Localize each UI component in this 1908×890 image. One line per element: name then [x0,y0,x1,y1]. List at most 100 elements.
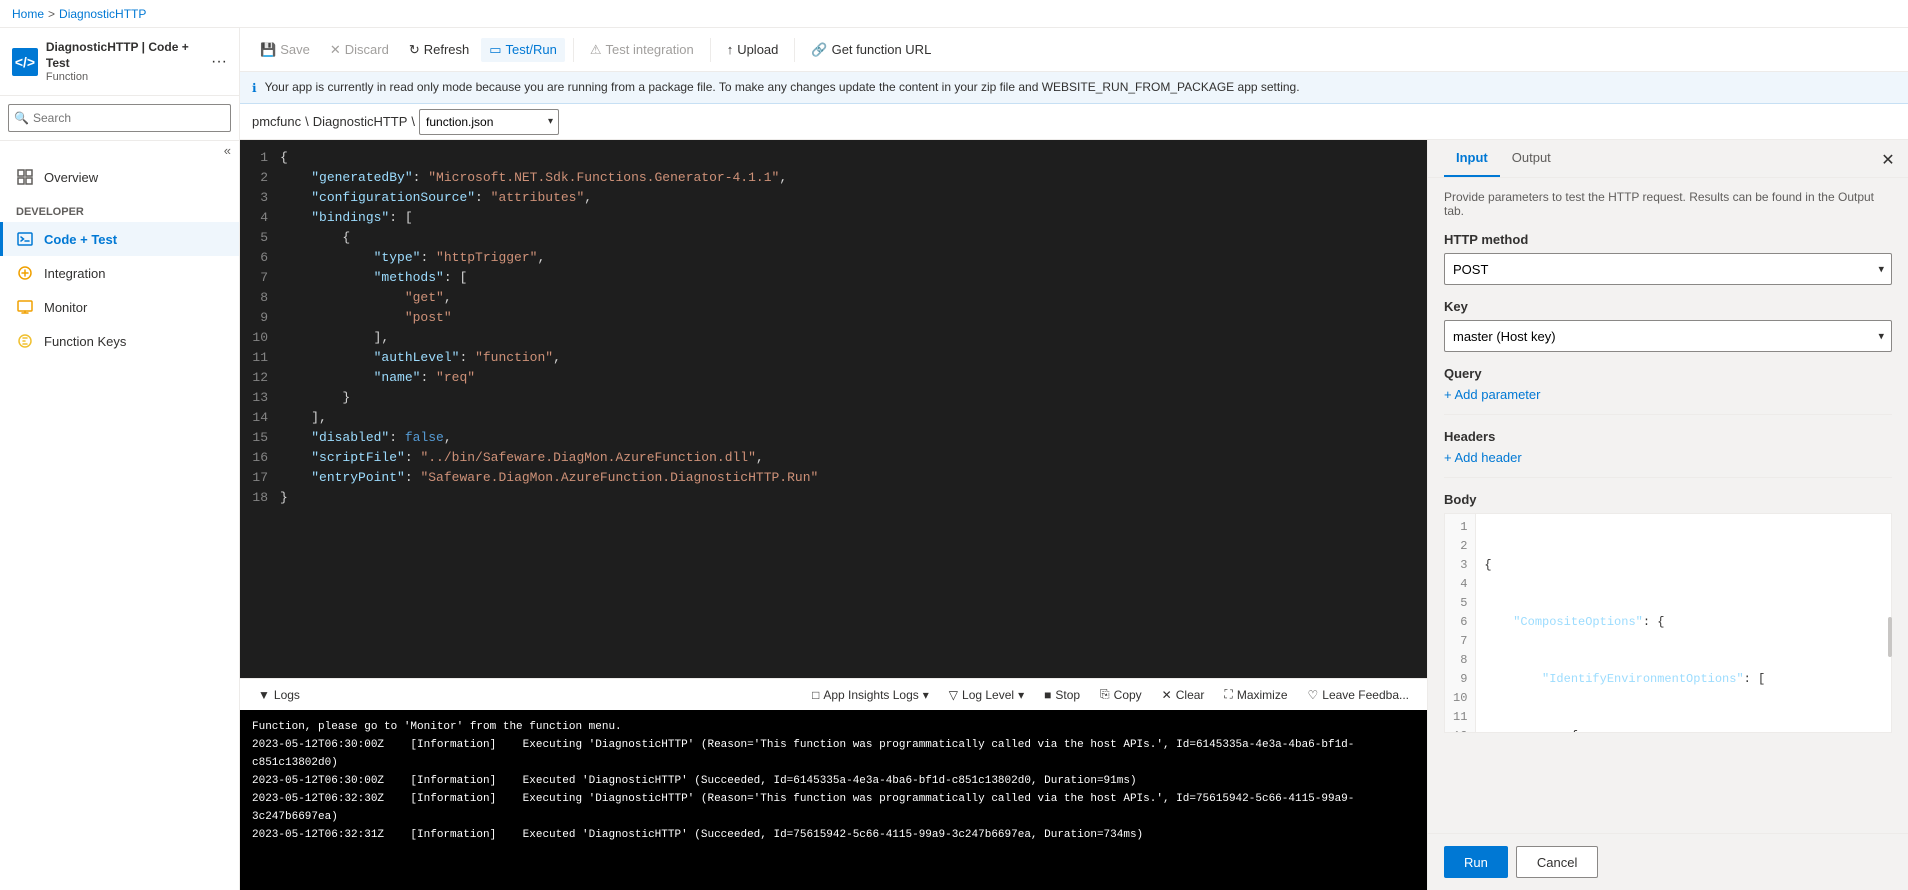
http-method-wrap: POST GET PUT DELETE [1444,253,1892,285]
clear-button[interactable]: ✕ Clear [1156,686,1211,704]
sidebar-more-button[interactable]: ··· [211,53,227,71]
test-run-icon: ▭ [489,42,501,58]
integration-icon [16,264,34,282]
save-button[interactable]: 💾 Save [252,38,318,62]
stop-label: Stop [1055,688,1080,702]
right-panel-description: Provide parameters to test the HTTP requ… [1444,190,1892,218]
logs-panel[interactable]: Function, please go to 'Monitor' from th… [240,710,1427,890]
toolbar-divider3 [794,38,795,62]
discard-icon: ✕ [330,42,341,58]
sidebar-collapse-button[interactable]: « [224,143,231,158]
cancel-button[interactable]: Cancel [1516,846,1598,878]
file-select[interactable]: function.json run.csx host.json [419,109,559,135]
action-buttons: Run Cancel [1428,833,1908,890]
tab-input[interactable]: Input [1444,140,1500,177]
code-panel: 12345 678910 1112131415 161718 { "genera… [240,140,1428,890]
app-insights-label: App Insights Logs [823,688,918,702]
sidebar-header: </> DiagnosticHTTP | Code + Test Functio… [0,28,239,96]
info-bar-text: Your app is currently in read only mode … [265,80,1896,94]
get-url-label: Get function URL [832,42,932,57]
maximize-icon: ⛶ [1224,687,1232,702]
discard-button[interactable]: ✕ Discard [322,38,397,62]
log-level-label: Log Level [962,688,1014,702]
breadcrumb-home[interactable]: Home [12,7,44,21]
sidebar-item-monitor[interactable]: Monitor [0,290,239,324]
code-line-9: "post" [280,308,1415,328]
test-integration-label: Test integration [606,42,694,57]
clear-label: Clear [1176,688,1205,702]
http-method-select[interactable]: POST GET PUT DELETE [1444,253,1892,285]
log-line-0: Function, please go to 'Monitor' from th… [252,718,1415,736]
code-test-icon [16,230,34,248]
body-line-1: { [1484,556,1883,575]
run-button[interactable]: Run [1444,846,1508,878]
refresh-button[interactable]: ↻ Refresh [401,38,477,62]
tab-output[interactable]: Output [1500,140,1563,177]
sidebar-search-container: 🔍 [0,96,239,141]
save-icon: 💾 [260,42,276,58]
leave-feedback-button[interactable]: ♡ Leave Feedba... [1302,686,1416,704]
get-url-icon: 🔗 [811,42,827,58]
overview-icon [16,168,34,186]
file-sep2: \ [411,114,415,129]
http-method-label: HTTP method [1444,232,1892,247]
upload-button[interactable]: ↑ Upload [719,38,787,61]
code-line-17: "entryPoint": "Safeware.DiagMon.AzureFun… [280,468,1415,488]
test-run-button[interactable]: ▭ Test/Run [481,38,565,62]
sidebar-item-overview[interactable]: Overview [0,160,239,194]
logs-content: Function, please go to 'Monitor' from th… [240,710,1427,852]
right-panel-close-button[interactable]: ✕ [1876,148,1900,172]
maximize-label: Maximize [1237,688,1288,702]
body-label: Body [1444,492,1892,507]
breadcrumb-bar: Home > DiagnosticHTTP [0,0,1908,28]
get-url-button[interactable]: 🔗 Get function URL [803,38,939,62]
code-line-15: "disabled": false, [280,428,1415,448]
body-editor[interactable]: 12345 678910 111213 { "CompositeOptions"… [1444,513,1892,733]
leave-feedback-label: Leave Feedba... [1322,688,1409,702]
sidebar-item-integration[interactable]: Integration [0,256,239,290]
body-code: { "CompositeOptions": { "IdentifyEnviron… [1476,514,1891,733]
sidebar-item-code-test[interactable]: Code + Test [0,222,239,256]
maximize-button[interactable]: ⛶ Maximize [1218,685,1293,704]
body-line-2: "CompositeOptions": { [1484,613,1883,632]
code-line-5: { [280,228,1415,248]
code-editor[interactable]: 12345 678910 1112131415 161718 { "genera… [240,140,1427,678]
upload-label: Upload [737,42,778,57]
divider1 [1444,414,1892,415]
sidebar-item-function-keys[interactable]: Function Keys [0,324,239,358]
breadcrumb-function[interactable]: DiagnosticHTTP [59,7,146,21]
toolbar-divider2 [710,38,711,62]
add-parameter-button[interactable]: + Add parameter [1444,387,1540,402]
test-integration-button[interactable]: ⚠ Test integration [582,38,702,62]
sidebar-section-developer: Developer [0,194,239,222]
sidebar-item-function-keys-label: Function Keys [44,334,126,349]
content-area: 💾 Save ✕ Discard ↻ Refresh ▭ Test/Run ⚠ … [240,28,1908,890]
body-line-3: "IdentifyEnvironmentOptions": [ [1484,670,1883,689]
copy-button[interactable]: ⎘ Copy [1094,685,1148,704]
divider2 [1444,477,1892,478]
code-content: { "generatedBy": "Microsoft.NET.Sdk.Func… [280,148,1427,670]
code-line-4: "bindings": [ [280,208,1415,228]
logs-expand-button[interactable]: ▼ Logs [252,686,306,704]
logs-expand-icon: ▼ [258,688,270,702]
right-panel-body: Provide parameters to test the HTTP requ… [1428,178,1908,833]
sidebar-item-monitor-label: Monitor [44,300,87,315]
stop-button[interactable]: ■ Stop [1038,686,1086,704]
upload-icon: ↑ [727,42,734,57]
sidebar-nav: Overview Developer Code + Test Integrati… [0,160,239,890]
log-line-4: 2023-05-12T06:32:31Z [Information] Execu… [252,826,1415,844]
key-wrap: master (Host key) default (Function key) [1444,320,1892,352]
log-level-button[interactable]: ▽ Log Level ▾ [943,686,1030,704]
monitor-icon [16,298,34,316]
add-header-button[interactable]: + Add header [1444,450,1522,465]
function-keys-icon [16,332,34,350]
search-input[interactable] [8,104,231,132]
refresh-icon: ↻ [409,42,420,58]
logs-title: Logs [274,688,300,702]
log-line-1: 2023-05-12T06:30:00Z [Information] Execu… [252,736,1415,772]
code-line-11: "authLevel": "function", [280,348,1415,368]
code-line-8: "get", [280,288,1415,308]
key-select[interactable]: master (Host key) default (Function key) [1444,320,1892,352]
sidebar-title: DiagnosticHTTP | Code + Test [46,40,203,71]
app-insights-button[interactable]: □ App Insights Logs ▾ [806,686,935,704]
